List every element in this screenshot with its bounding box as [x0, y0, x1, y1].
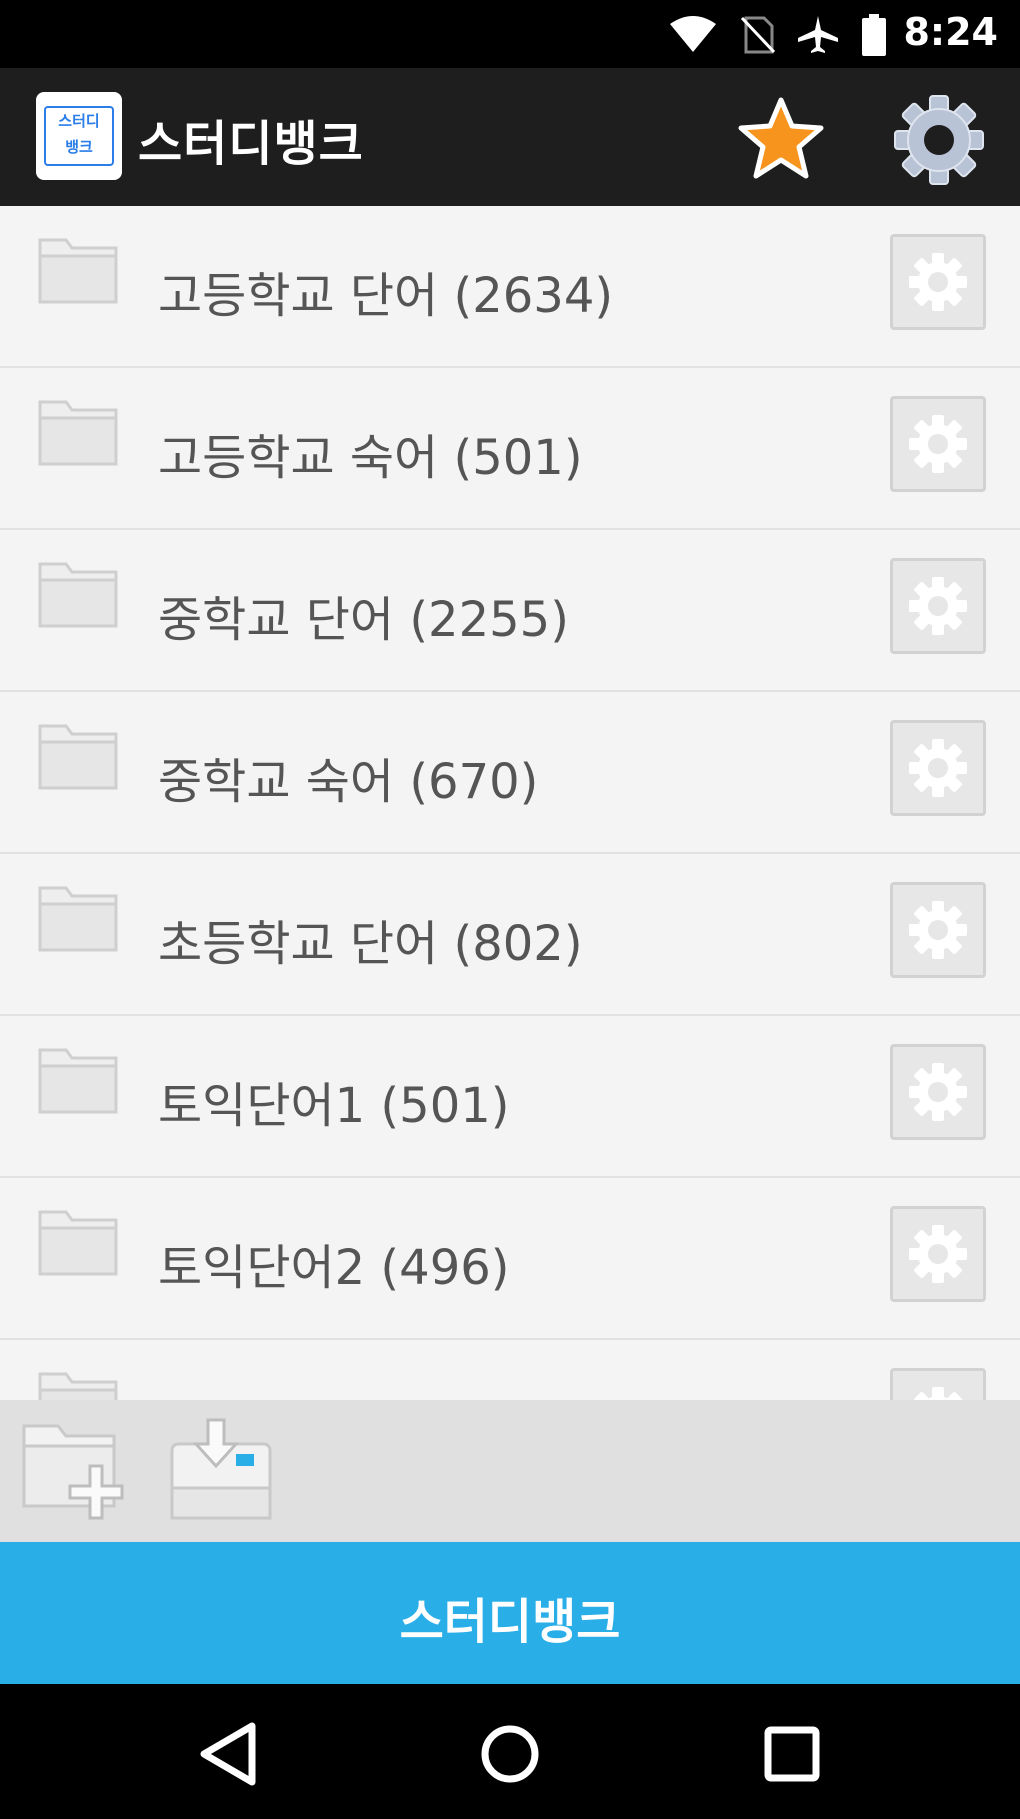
- bottom-toolbar: [0, 1400, 1020, 1542]
- download-icon: [170, 1418, 272, 1520]
- item-settings-button[interactable]: [890, 558, 986, 654]
- item-settings-button[interactable]: [890, 720, 986, 816]
- item-settings-button[interactable]: [890, 1206, 986, 1302]
- folder-icon: [38, 238, 118, 304]
- list-item[interactable]: 토익단어1 (501): [0, 1016, 1020, 1178]
- gear-icon: [909, 253, 967, 311]
- status-bar: 8:24: [0, 0, 1020, 68]
- list-item-label: 초등학교 단어 (802): [158, 916, 583, 972]
- app-title: 스터디뱅크: [138, 116, 364, 172]
- list-item[interactable]: 고등학교 숙어 (501): [0, 368, 1020, 530]
- list-item-label: 토익단어1 (501): [158, 1078, 510, 1134]
- app-bar: 스터디 뱅크 스터디뱅크: [0, 68, 1020, 206]
- list-item[interactable]: 초등학교 단어 (802): [0, 854, 1020, 1016]
- settings-button[interactable]: [893, 94, 985, 186]
- star-icon: [738, 97, 824, 179]
- recents-icon: [764, 1726, 820, 1782]
- list-item[interactable]: 고등학교 단어 (2634): [0, 206, 1020, 368]
- add-folder-button[interactable]: [18, 1414, 128, 1524]
- list-item[interactable]: 중학교 단어 (2255): [0, 530, 1020, 692]
- list-item-label: 고등학교 숙어 (501): [158, 430, 583, 486]
- banner-label: 스터디뱅크: [399, 1594, 621, 1650]
- home-button[interactable]: [470, 1714, 550, 1794]
- logo-text-line1: 스터디: [58, 112, 100, 130]
- item-settings-button[interactable]: [890, 396, 986, 492]
- gear-icon: [909, 739, 967, 797]
- folder-icon: [38, 1372, 118, 1400]
- list-item-label: 고등학교 단어 (2634): [158, 268, 614, 324]
- no-sim-icon: [740, 16, 776, 54]
- navigation-bar: [0, 1684, 1020, 1819]
- folder-icon: [38, 1048, 118, 1114]
- status-time: 8:24: [903, 10, 998, 54]
- gear-icon: [909, 1063, 967, 1121]
- list-item[interactable]: [0, 1340, 1020, 1400]
- item-settings-button[interactable]: [890, 1368, 986, 1400]
- bottom-banner[interactable]: 스터디뱅크: [0, 1542, 1020, 1684]
- gear-icon: [909, 577, 967, 635]
- app-logo-mark: 스터디 뱅크: [44, 106, 114, 166]
- gear-icon: [909, 901, 967, 959]
- folder-icon: [38, 724, 118, 790]
- add-folder-icon: [22, 1424, 124, 1520]
- logo-text-line2: 뱅크: [65, 138, 93, 156]
- folder-icon: [38, 400, 118, 466]
- battery-icon: [862, 14, 886, 56]
- item-settings-button[interactable]: [890, 234, 986, 330]
- list-item[interactable]: 중학교 숙어 (670): [0, 692, 1020, 854]
- list-item-label: 중학교 단어 (2255): [158, 592, 569, 648]
- folder-icon: [38, 886, 118, 952]
- favorites-button[interactable]: [737, 96, 825, 180]
- item-settings-button[interactable]: [890, 882, 986, 978]
- folder-icon: [38, 562, 118, 628]
- list-item[interactable]: 토익단어2 (496): [0, 1178, 1020, 1340]
- gear-icon: [894, 95, 984, 185]
- folder-list: 고등학교 단어 (2634) 고등학교 숙어 (501) 중학교 단어 (225…: [0, 206, 1020, 1400]
- list-item-label: 토익단어2 (496): [158, 1240, 510, 1296]
- gear-icon: [909, 415, 967, 473]
- item-settings-button[interactable]: [890, 1044, 986, 1140]
- gear-icon: [914, 1387, 962, 1400]
- home-icon: [481, 1725, 539, 1783]
- folder-icon: [38, 1210, 118, 1276]
- recents-button[interactable]: [752, 1714, 832, 1794]
- list-item-label: 중학교 숙어 (670): [158, 754, 539, 810]
- back-button[interactable]: [190, 1714, 270, 1794]
- airplane-icon: [798, 16, 838, 53]
- download-button[interactable]: [166, 1414, 276, 1524]
- app-logo: 스터디 뱅크: [36, 92, 122, 180]
- wifi-icon: [670, 16, 716, 52]
- back-icon: [200, 1722, 256, 1786]
- gear-icon: [909, 1225, 967, 1283]
